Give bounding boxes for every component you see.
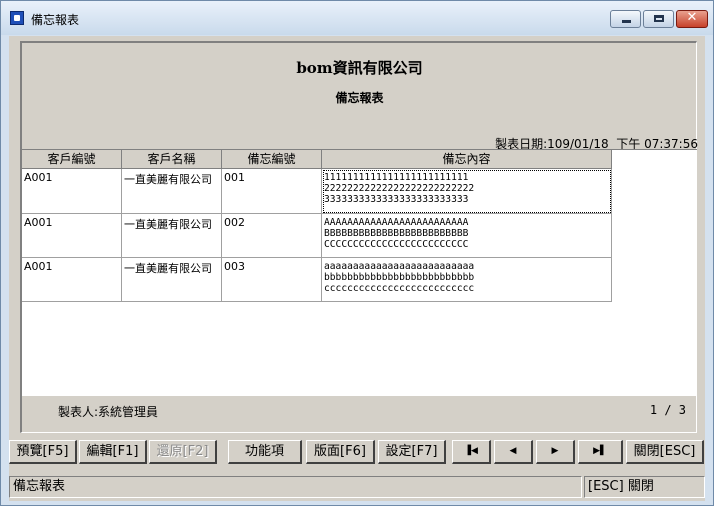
cell-memo-content[interactable]: 1111111111111111111111111 22222222222222… [322,169,612,214]
memo-line: 22222222222222222222222222 [324,183,475,194]
cell-cust-id[interactable]: A001 [22,169,122,214]
header-memo-id[interactable]: 備忘編號 [222,150,322,169]
memo-line: aaaaaaaaaaaaaaaaaaaaaaaaaa [324,261,475,272]
layout-button[interactable]: 版面[F6] [306,440,375,464]
header-memo-content[interactable]: 備忘內容 [322,150,612,169]
report-preview: bom資訊有限公司 備忘報表 製表日期:109/01/18 下午 07:37:5… [20,41,698,433]
cell-memo-id[interactable]: 001 [222,169,322,214]
report-window: 備忘報表 ✕ bom資訊有限公司 備忘報表 製表日期:109/01/18 下午 … [0,0,714,506]
close-icon: ✕ [686,10,698,25]
cell-cust-id[interactable]: A001 [22,258,122,302]
title-bar[interactable]: 備忘報表 ✕ [1,1,713,35]
report-maker: 製表人:系統管理員 [58,405,159,419]
cell-cust-id[interactable]: A001 [22,214,122,258]
last-page-button[interactable]: ▶▌ [578,440,623,464]
report-title: 備忘報表 [335,91,384,105]
client-area: bom資訊有限公司 備忘報表 製表日期:109/01/18 下午 07:37:5… [9,36,705,501]
memo-line: BBBBBBBBBBBBBBBBBBBBBBBBB [324,228,469,239]
app-icon[interactable] [10,11,24,25]
page-indicator: 1 / 3 [649,403,686,417]
minimize-icon [622,20,631,23]
cell-cust-name[interactable]: 一直美麗有限公司 [122,258,222,302]
toolbar: 預覽[F5] 編輯[F1] 還原[F2] 功能項 版面[F6] 設定[F7] ▐… [9,440,705,466]
maximize-button[interactable] [643,10,674,28]
window-title: 備忘報表 [31,13,80,27]
memo-line: 3333333333333333333333333 [324,194,469,205]
preview-button[interactable]: 預覽[F5] [9,440,77,464]
cell-cust-name[interactable]: 一直美麗有限公司 [122,214,222,258]
header-cust-name[interactable]: 客戶名稱 [122,150,222,169]
maximize-icon [654,15,664,22]
status-bar: 備忘報表 [ESC] 關閉 [9,476,705,498]
cell-memo-id[interactable]: 003 [222,258,322,302]
cell-memo-id[interactable]: 002 [222,214,322,258]
memo-line: AAAAAAAAAAAAAAAAAAAAAAAAA [324,217,469,228]
edit-button[interactable]: 編輯[F1] [79,440,147,464]
cell-memo-content[interactable]: aaaaaaaaaaaaaaaaaaaaaaaaaa bbbbbbbbbbbbb… [322,258,612,302]
memo-line: bbbbbbbbbbbbbbbbbbbbbbbbbb [324,272,475,283]
settings-button[interactable]: 設定[F7] [378,440,446,464]
header-cust-id[interactable]: 客戶編號 [22,150,122,169]
minimize-button[interactable] [610,10,641,28]
memo-line: CCCCCCCCCCCCCCCCCCCCCCCCC [324,239,469,250]
restore-button[interactable]: 還原[F2] [149,440,217,464]
memo-table[interactable]: 客戶編號 客戶名稱 備忘編號 備忘內容 A001 一直美麗有限公司 001 11… [22,149,697,396]
cell-memo-content[interactable]: AAAAAAAAAAAAAAAAAAAAAAAAA BBBBBBBBBBBBBB… [322,214,612,258]
next-page-button[interactable]: ▶ [536,440,575,464]
cell-cust-name[interactable]: 一直美麗有限公司 [122,169,222,214]
status-right: [ESC] 關閉 [584,476,705,498]
company-name: bom資訊有限公司 [296,59,423,77]
prev-page-button[interactable]: ◀ [494,440,533,464]
memo-line: cccccccccccccccccccccccccc [324,283,475,294]
memo-line: 1111111111111111111111111 [324,172,469,183]
first-page-button[interactable]: ▐◀ [452,440,491,464]
close-button[interactable]: 關閉[ESC] [626,440,704,464]
status-left: 備忘報表 [9,476,582,498]
close-window-button[interactable]: ✕ [676,10,708,28]
functions-button[interactable]: 功能項 [228,440,302,464]
